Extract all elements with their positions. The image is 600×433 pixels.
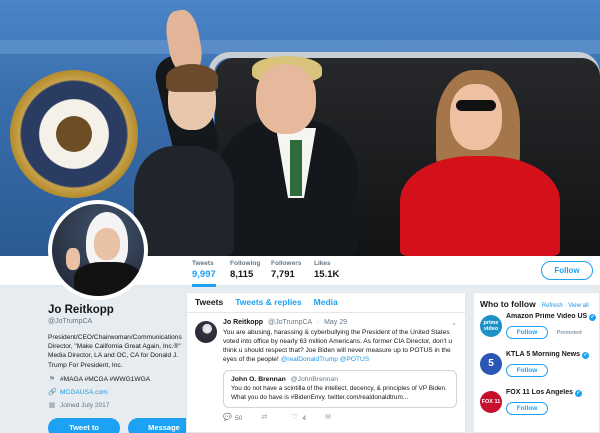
follow-button[interactable]: Follow — [541, 261, 593, 280]
tab-tweets[interactable]: Tweets — [195, 297, 223, 312]
suggestion-name[interactable]: KTLA 5 Morning News — [506, 351, 580, 358]
quote-author-name: John O. Brennan — [231, 376, 286, 383]
reply-icon: 💬 — [223, 414, 232, 422]
chevron-down-icon[interactable]: ⌄ — [451, 319, 457, 327]
tab-media[interactable]: Media — [314, 297, 338, 312]
verified-icon: ✓ — [581, 352, 589, 359]
suggestion-fox11: FOX 11 FOX 11 Los Angeles ✓ Follow — [474, 389, 599, 427]
stat-tweets[interactable]: Tweets 9,997 — [192, 260, 216, 287]
profile-joined: Joined July 2017 — [60, 402, 110, 410]
stat-following[interactable]: Following 8,115 — [230, 260, 260, 280]
profile-action-buttons: Tweet to Message — [48, 418, 200, 433]
message-action[interactable]: ✉ — [324, 414, 332, 422]
tab-tweets-replies[interactable]: Tweets & replies — [235, 297, 301, 312]
tweet[interactable]: ⌄ Jo Reitkopp @JoTrumpCA · May 29 You ar… — [187, 313, 465, 422]
profile-website-link[interactable]: MCGAUSA.com — [60, 389, 108, 396]
person-woman — [400, 156, 560, 256]
tweet-author-handle[interactable]: @JoTrumpCA — [268, 319, 312, 326]
ktla-logo-icon[interactable]: 5 — [480, 353, 502, 375]
tweet-actions: 💬 50 ⇄ ♡ 4 ✉ — [223, 414, 457, 422]
who-to-follow: Who to follow · Refresh · View all prime… — [473, 292, 600, 433]
verified-icon: ✓ — [589, 314, 597, 321]
profile-name[interactable]: Jo Reitkopp — [48, 304, 188, 316]
who-to-follow-title: Who to follow — [480, 299, 536, 309]
link-icon: 🔗 — [48, 388, 57, 396]
profile-website-row: 🔗 MCGAUSA.com — [48, 389, 188, 397]
timeline: Tweets Tweets & replies Media ⌄ Jo Reitk… — [186, 292, 466, 433]
prime-video-logo-icon[interactable]: prime video — [480, 315, 502, 337]
profile-bio: President/CEO/Chairwoman/Communications … — [48, 334, 182, 369]
profile-avatar[interactable] — [48, 200, 148, 300]
tweet-author-name[interactable]: Jo Reitkopp — [223, 319, 263, 326]
quote-author-handle: @JohnBrennan — [290, 376, 338, 383]
tweet-date[interactable]: May 29 — [324, 319, 347, 326]
suggestion-name[interactable]: FOX 11 Los Angeles — [506, 389, 573, 396]
verified-icon: ✓ — [575, 390, 582, 397]
profile-handle[interactable]: @JoTrumpCA — [48, 318, 188, 325]
calendar-icon: ▦ — [48, 401, 56, 409]
suggestion-ktla: 5 KTLA 5 Morning News ✓ Follow — [474, 351, 599, 389]
person-boy — [134, 146, 234, 256]
twitter-profile-page: Tweets 9,997 Following 8,115 Followers 7… — [0, 0, 600, 433]
follow-button[interactable]: Follow — [506, 326, 548, 339]
suggestion-amazon-prime: prime video Amazon Prime Video US ✓ Foll… — [474, 313, 599, 351]
quoted-tweet[interactable]: John O. Brennan @JohnBrennan You do not … — [223, 370, 457, 409]
quote-text: You do not have a scintilla of the intel… — [231, 385, 447, 401]
refresh-view-all[interactable]: · Refresh · View all — [538, 303, 589, 309]
retweet-action[interactable]: ⇄ — [260, 414, 272, 422]
follow-button[interactable]: Follow — [506, 364, 548, 377]
suggestion-name[interactable]: Amazon Prime Video US — [506, 313, 587, 320]
reply-action[interactable]: 💬 50 — [223, 414, 242, 422]
follow-button[interactable]: Follow — [506, 402, 548, 415]
tweet-mentions[interactable]: @realDonaldTrump @POTUS — [281, 356, 370, 363]
profile-hashtags: ⚑ #MAGA #MCGA #WWG1WGA — [48, 375, 151, 384]
fox11-logo-icon[interactable]: FOX 11 — [480, 391, 502, 413]
heart-icon: ♡ — [291, 414, 298, 422]
tweet-to-button[interactable]: Tweet to — [48, 418, 120, 433]
tweet-avatar[interactable] — [195, 321, 217, 343]
flag-icon: ⚑ — [48, 375, 56, 383]
profile-joined-row: ▦ Joined July 2017 — [48, 402, 188, 410]
tweet-text: You are abusing, harassing & cyberbullyi… — [223, 329, 453, 363]
stat-followers[interactable]: Followers 7,791 — [271, 260, 301, 280]
promoted-label: Promoted — [556, 330, 582, 336]
presidential-seal — [10, 70, 138, 198]
retweet-icon: ⇄ — [261, 414, 268, 422]
envelope-icon: ✉ — [325, 414, 331, 422]
stat-likes[interactable]: Likes 15.1K — [314, 260, 339, 280]
profile-card: Jo Reitkopp @JoTrumpCA President/CEO/Cha… — [48, 300, 188, 410]
like-action[interactable]: ♡ 4 — [290, 414, 306, 422]
timeline-tabs: Tweets Tweets & replies Media — [187, 293, 465, 313]
